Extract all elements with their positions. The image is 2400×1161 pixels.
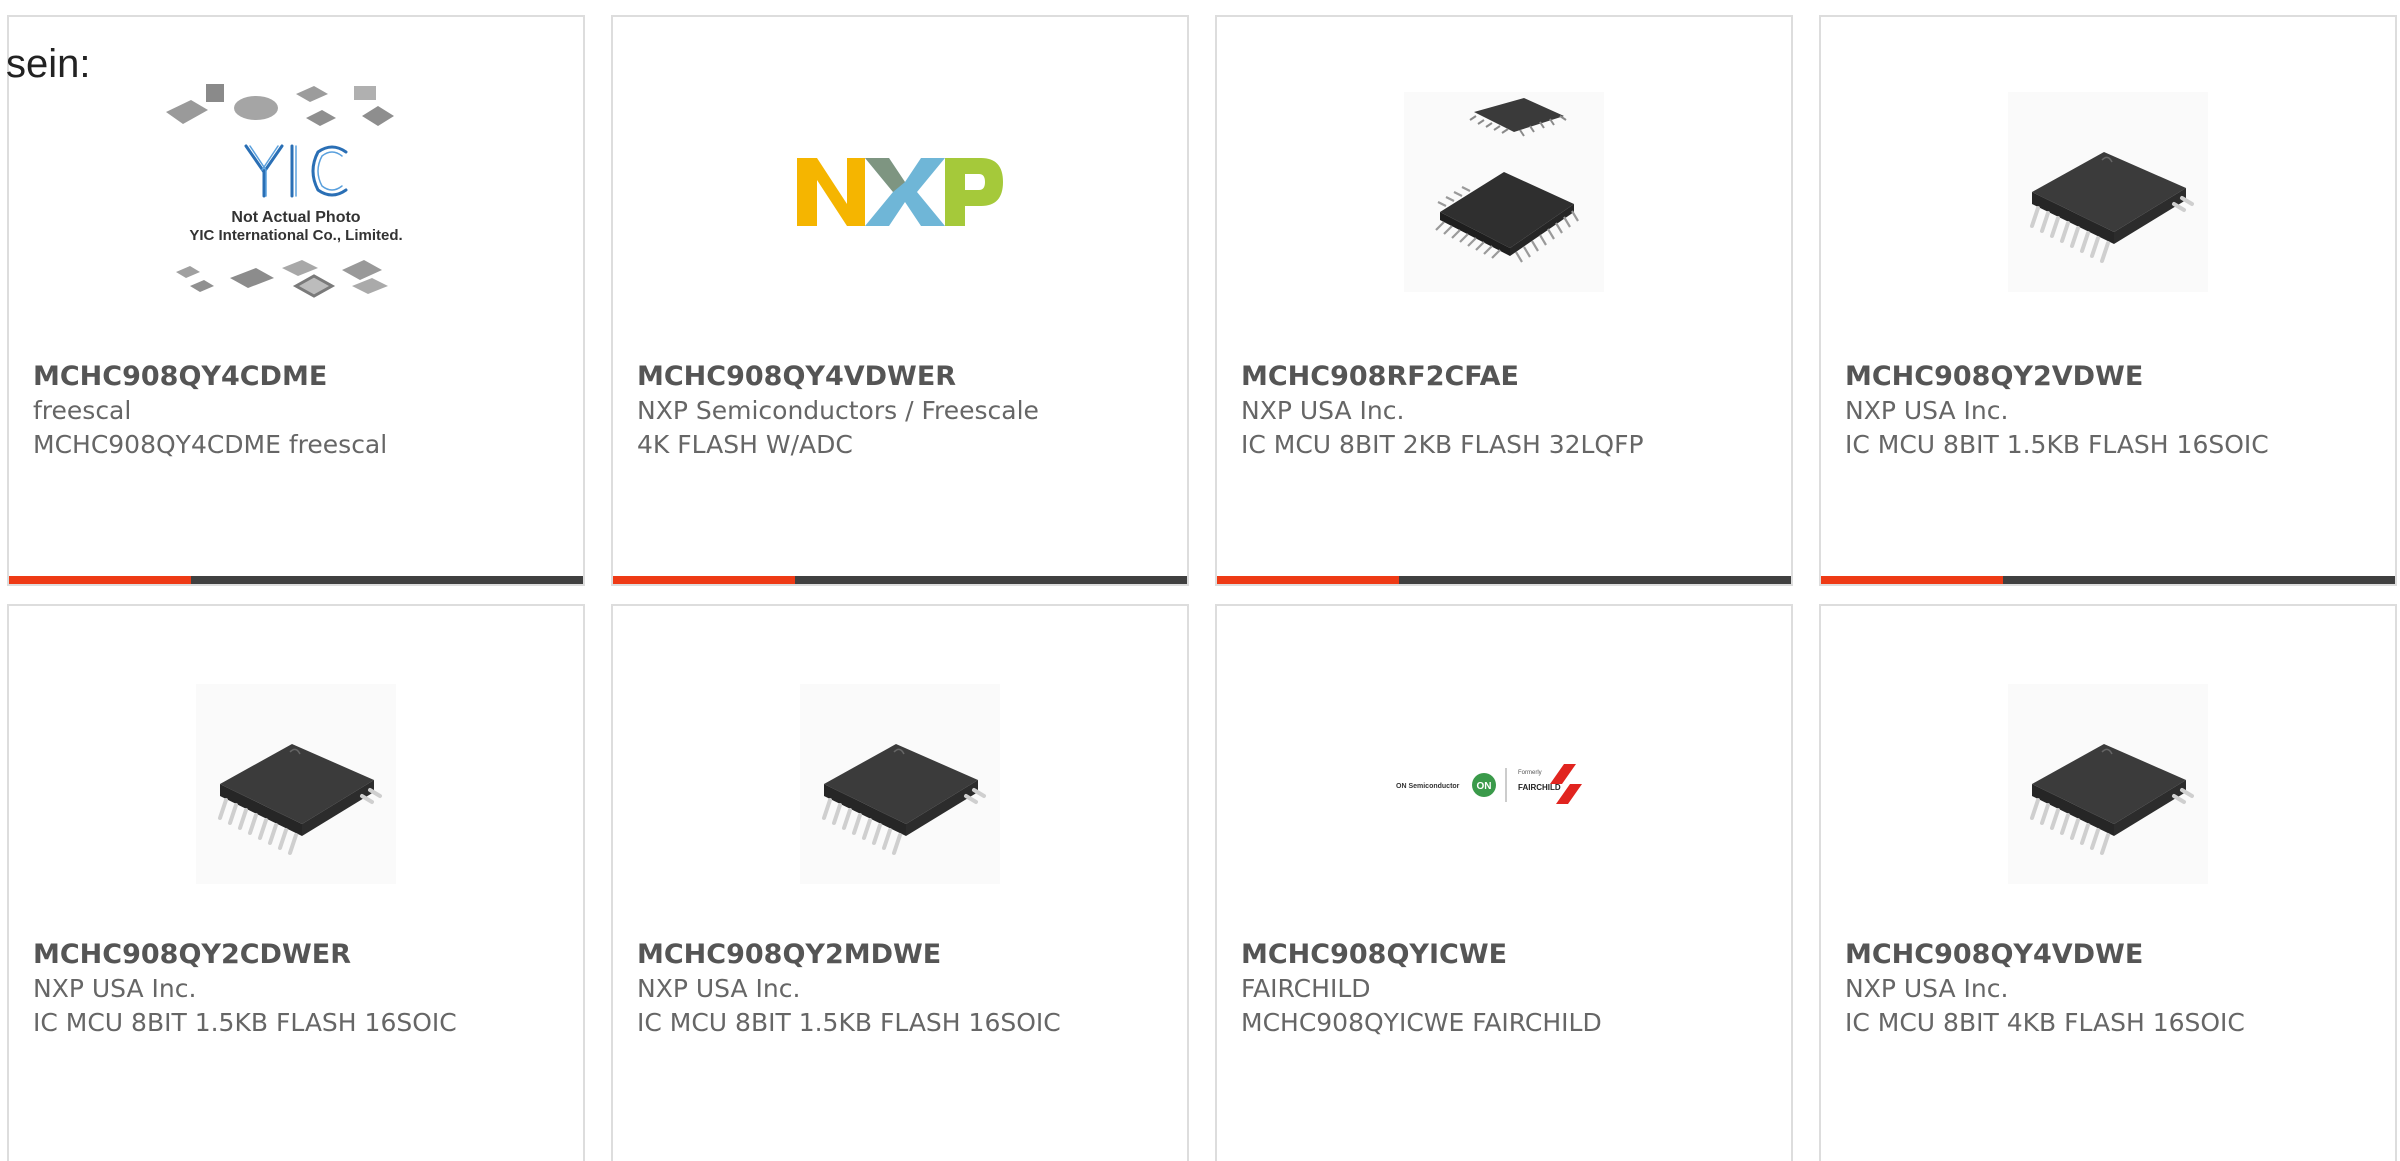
manufacturer-text: FAIRCHILD — [1241, 974, 1371, 1003]
soic-chip-image — [2008, 684, 2208, 884]
manufacturer-text: NXP USA Inc. — [33, 974, 197, 1003]
part-number-link[interactable]: MCHC908QY2MDWE — [637, 938, 1163, 972]
product-card[interactable]: MCHC908QY4VDWE NXP USA Inc. IC MCU 8BIT … — [1819, 604, 2397, 1161]
soic-chip-image — [800, 684, 1000, 884]
product-card[interactable]: MCHC908QY2MDWE NXP USA Inc. IC MCU 8BIT … — [611, 604, 1189, 1161]
product-photo: Not Actual Photo YIC International Co., … — [9, 84, 583, 298]
description-text: IC MCU 8BIT 1.5KB FLASH 16SOIC — [637, 1008, 1061, 1037]
section-heading: sein: — [6, 42, 91, 86]
photo-caption-line1: Not Actual Photo — [231, 209, 360, 226]
part-number-link[interactable]: MCHC908QY4VDWE — [1845, 938, 2371, 972]
manufacturer-text: NXP USA Inc. — [1845, 396, 2009, 425]
placeholder-photo-image: Not Actual Photo YIC International Co., … — [166, 84, 403, 298]
product-info: MCHC908QY2CDWER NXP USA Inc. IC MCU 8BIT… — [33, 938, 559, 1040]
product-photo — [9, 684, 583, 884]
product-card[interactable]: MCHC908QY2CDWER NXP USA Inc. IC MCU 8BIT… — [7, 604, 585, 1161]
part-number-link[interactable]: MCHC908QYICWE — [1241, 938, 1767, 972]
product-photo: ON Semiconductor ON Formerly FAIRCHILD — [1217, 684, 1791, 884]
part-number-link[interactable]: MCHC908QY4CDME — [33, 360, 559, 394]
nxp-logo — [797, 158, 1003, 226]
description-text: MCHC908QY4CDME freescal — [33, 430, 388, 459]
card-accent-bar — [613, 576, 795, 584]
part-number-link[interactable]: MCHC908QY2CDWER — [33, 938, 559, 972]
fairchild-logo-text: FAIRCHILD — [1518, 783, 1561, 792]
part-number-link[interactable]: MCHC908QY4VDWER — [637, 360, 1163, 394]
formerly-text: Formerly — [1518, 770, 1542, 776]
yic-logo-mark — [244, 144, 348, 198]
product-card[interactable]: Not Actual Photo YIC International Co., … — [7, 15, 585, 586]
product-card[interactable]: ON Semiconductor ON Formerly FAIRCHILD M… — [1215, 604, 1793, 1161]
product-photo — [613, 92, 1187, 292]
manufacturer-text: NXP USA Inc. — [637, 974, 801, 1003]
product-card[interactable]: MCHC908RF2CFAE NXP USA Inc. IC MCU 8BIT … — [1215, 15, 1793, 586]
card-footer-bar — [613, 576, 1187, 584]
card-footer-bar — [1821, 576, 2395, 584]
manufacturer-text: NXP USA Inc. — [1241, 396, 1405, 425]
product-grid-page: sein: Not Actual Photo YIC International… — [0, 0, 2400, 1161]
soic-chip-image — [2008, 92, 2208, 292]
product-info: MCHC908QY2VDWE NXP USA Inc. IC MCU 8BIT … — [1845, 360, 2371, 462]
manufacturer-text: NXP USA Inc. — [1845, 974, 2009, 1003]
lqfp-chip-image — [1404, 92, 1604, 292]
product-card[interactable]: MCHC908QY4VDWER NXP Semiconductors / Fre… — [611, 15, 1189, 586]
onsemi-fairchild-logo: ON Semiconductor ON Formerly FAIRCHILD — [1396, 764, 1582, 804]
product-info: MCHC908QY4VDWE NXP USA Inc. IC MCU 8BIT … — [1845, 938, 2371, 1040]
photo-caption-line2: YIC International Co., Limited. — [189, 227, 402, 244]
product-photo — [1821, 684, 2395, 884]
product-info: MCHC908QYICWE FAIRCHILD MCHC908QYICWE FA… — [1241, 938, 1767, 1040]
product-info: MCHC908QY4CDME freescal MCHC908QY4CDME f… — [33, 360, 559, 462]
part-number-link[interactable]: MCHC908RF2CFAE — [1241, 360, 1767, 394]
description-text: IC MCU 8BIT 1.5KB FLASH 16SOIC — [33, 1008, 457, 1037]
product-info: MCHC908RF2CFAE NXP USA Inc. IC MCU 8BIT … — [1241, 360, 1767, 462]
product-photo — [613, 684, 1187, 884]
description-text: 4K FLASH W/ADC — [637, 430, 853, 459]
onsemi-logo-text: ON Semiconductor — [1396, 783, 1460, 790]
product-photo — [1821, 92, 2395, 292]
card-footer-bar — [1217, 576, 1791, 584]
card-accent-bar — [1821, 576, 2003, 584]
description-text: MCHC908QYICWE FAIRCHILD — [1241, 1008, 1602, 1037]
card-accent-bar — [9, 576, 191, 584]
part-number-link[interactable]: MCHC908QY2VDWE — [1845, 360, 2371, 394]
manufacturer-text: freescal — [33, 396, 132, 425]
product-info: MCHC908QY4VDWER NXP Semiconductors / Fre… — [637, 360, 1163, 462]
product-photo — [1217, 92, 1791, 292]
onsemi-badge-text: ON — [1477, 781, 1492, 792]
description-text: IC MCU 8BIT 4KB FLASH 16SOIC — [1845, 1008, 2245, 1037]
product-info: MCHC908QY2MDWE NXP USA Inc. IC MCU 8BIT … — [637, 938, 1163, 1040]
product-card[interactable]: MCHC908QY2VDWE NXP USA Inc. IC MCU 8BIT … — [1819, 15, 2397, 586]
card-accent-bar — [1217, 576, 1399, 584]
soic-chip-image — [196, 684, 396, 884]
description-text: IC MCU 8BIT 2KB FLASH 32LQFP — [1241, 430, 1644, 459]
manufacturer-text: NXP Semiconductors / Freescale — [637, 396, 1039, 425]
card-footer-bar — [9, 576, 583, 584]
description-text: IC MCU 8BIT 1.5KB FLASH 16SOIC — [1845, 430, 2269, 459]
